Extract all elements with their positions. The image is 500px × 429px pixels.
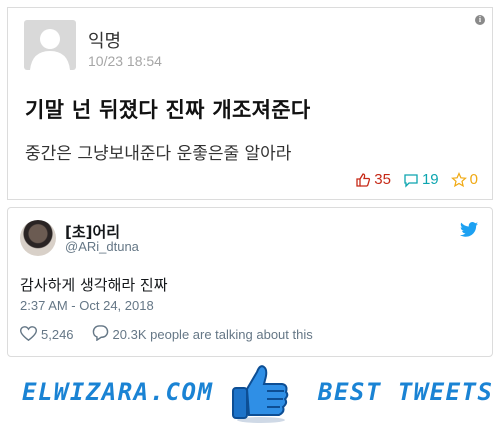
reply-bubble-icon xyxy=(92,325,109,344)
tweet-handle[interactable]: @ARi_dtuna xyxy=(65,239,139,254)
tweet-conversation-link[interactable]: 20.3K people are talking about this xyxy=(92,325,313,344)
scrap-value: 0 xyxy=(469,171,478,188)
comment-value: 19 xyxy=(421,171,439,188)
post-body: 중간은 그냥보내준다 운좋은줄 알아라 xyxy=(25,144,292,164)
site-brand[interactable]: ELWIZARA.COM xyxy=(22,378,213,406)
anonymous-avatar xyxy=(24,20,76,70)
thumbs-up-badge xyxy=(227,362,295,428)
post-stats: 35 19 0 xyxy=(355,171,478,188)
tweet-like-button[interactable]: 5,246 xyxy=(19,325,74,344)
best-tweets-label: BEST TWEETS xyxy=(318,378,494,406)
post-title: 기말 넌 뒤졌다 진짜 개조져준다 xyxy=(25,98,311,122)
tweet-timestamp[interactable]: 2:37 AM - Oct 24, 2018 xyxy=(20,298,154,313)
thumbs-up-icon xyxy=(355,172,371,188)
tweet-talking-count: 20.3K people are talking about this xyxy=(112,327,313,342)
tweet-text: 감사하게 생각해라 진짜 xyxy=(20,276,168,294)
tweet-like-count: 5,246 xyxy=(41,327,74,342)
heart-icon xyxy=(19,325,38,344)
post-card: 익명 10/23 18:54 i 기말 넌 뒤졌다 진짜 개조져준다 중간은 그… xyxy=(7,7,493,200)
speech-bubble-icon xyxy=(403,172,419,188)
star-icon xyxy=(450,171,467,188)
post-time: 10/23 18:54 xyxy=(88,53,162,69)
scrap-count[interactable]: 0 xyxy=(450,171,478,188)
info-icon[interactable]: i xyxy=(475,15,485,25)
footer-banner: ELWIZARA.COM BEST TWEETS xyxy=(0,362,500,429)
like-value: 35 xyxy=(374,171,391,188)
tweet-avatar[interactable] xyxy=(20,220,56,256)
tweet-card[interactable]: [초]어리 @ARi_dtuna 감사하게 생각해라 진짜 2:37 AM - … xyxy=(7,207,493,357)
tweet-actions: 5,246 20.3K people are talking about thi… xyxy=(19,325,313,344)
like-count[interactable]: 35 xyxy=(355,171,391,188)
post-author: 익명 xyxy=(88,31,122,52)
comment-count[interactable]: 19 xyxy=(403,171,439,188)
twitter-bird-icon[interactable] xyxy=(460,222,478,242)
